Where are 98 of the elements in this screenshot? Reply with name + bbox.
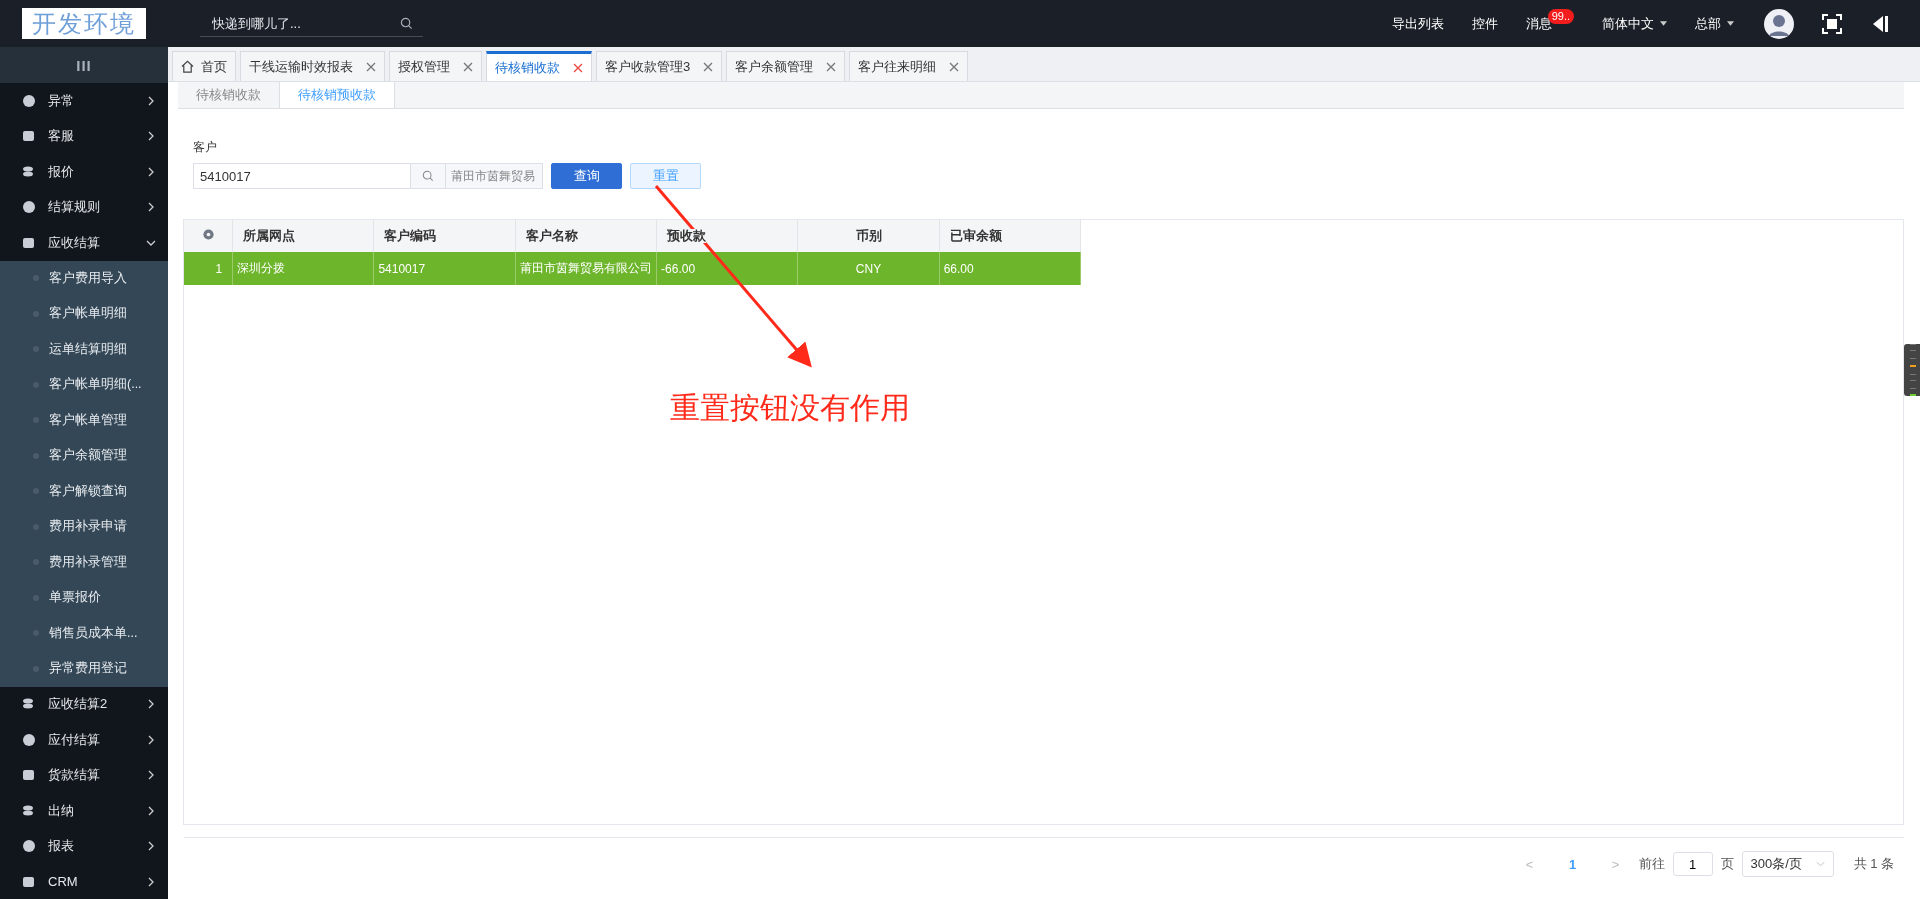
tab[interactable]: 客户余额管理 [726, 51, 846, 81]
submenu-item[interactable]: 销售员成本单... [0, 615, 168, 651]
sidebar-item[interactable]: 异常 [0, 83, 168, 119]
chevron-icon [148, 841, 154, 852]
header-link[interactable]: 控件 [1471, 14, 1498, 33]
page-size-select[interactable]: 300条/页 [1741, 851, 1834, 877]
column-header: 已审余额 [949, 228, 1002, 243]
sidebar-item[interactable]: 客服 [0, 118, 168, 154]
tab[interactable]: 干线运输时效报表 [240, 51, 385, 81]
menu-icon [22, 200, 36, 215]
column-header: 客户编码 [384, 228, 437, 243]
close-icon[interactable] [826, 61, 837, 72]
chevron-icon [146, 239, 156, 246]
fullscreen-icon[interactable] [1822, 13, 1842, 34]
column-header: 所属网点 [243, 228, 296, 243]
drag-handle[interactable] [1904, 344, 1920, 396]
submenu-item[interactable]: 客户解锁查询 [0, 473, 168, 509]
menu-icon [22, 839, 36, 854]
submenu-item[interactable]: 客户帐单管理 [0, 402, 168, 438]
menu-icon [22, 874, 36, 889]
chevron-icon [148, 166, 154, 177]
sidebar-item[interactable]: CRM [0, 864, 168, 899]
customer-field[interactable]: 5410017 莆田市茵舞贸易 [193, 163, 543, 189]
table-cell: 莆田市茵舞贸易有限公司 [519, 261, 652, 275]
page-unit: 页 [1720, 855, 1734, 873]
chevron-icon [148, 805, 154, 816]
logo: 开发环境 [22, 8, 146, 39]
sidebar-item[interactable]: 货款结算 [0, 757, 168, 793]
chevron-icon [148, 770, 154, 781]
search-icon[interactable] [422, 170, 434, 182]
goto-label: 前往 [1638, 855, 1665, 873]
close-icon[interactable] [703, 61, 714, 72]
close-icon[interactable] [949, 61, 960, 72]
header-link[interactable]: 导出列表 [1391, 14, 1444, 33]
query-button[interactable]: 查询 [551, 163, 622, 189]
menu-icon [22, 768, 36, 783]
column-header: 币别 [855, 228, 882, 243]
chevron-icon [148, 734, 154, 745]
search-icon [400, 16, 413, 30]
submenu-item[interactable]: 客户帐单明细 [0, 296, 168, 332]
page-input[interactable]: 1 [1672, 852, 1713, 876]
tab[interactable]: 客户往来明细 [849, 51, 969, 81]
table-cell: 深圳分拨 [237, 261, 286, 275]
table-cell: -66.00 [661, 261, 696, 276]
customer-name: 莆田市茵舞贸易 [445, 164, 542, 188]
chevron-icon [148, 95, 154, 106]
column-header: 预收款 [667, 228, 707, 243]
tab[interactable]: 待核销收款 [486, 51, 592, 81]
search-field[interactable]: 快递到哪儿了... [200, 14, 400, 32]
close-icon[interactable] [366, 61, 376, 72]
sidebar-item[interactable]: 结算规则 [0, 189, 168, 225]
header-link[interactable]: 简体中文 [1602, 14, 1654, 33]
table-cell: CNY [855, 261, 882, 276]
row-number: 1 [215, 261, 223, 276]
tab[interactable]: 首页 [172, 51, 236, 81]
close-icon[interactable] [463, 61, 473, 72]
tab[interactable]: 授权管理 [389, 51, 482, 81]
avatar-icon[interactable] [1764, 8, 1794, 39]
sidebar-item[interactable]: 出纳 [0, 793, 168, 829]
field-label: 客户 [193, 139, 218, 156]
search-box[interactable]: 快递到哪儿了... [200, 10, 423, 37]
table-cell: 5410017 [378, 261, 426, 276]
menu-icon [22, 164, 36, 179]
chevron-icon [1815, 861, 1825, 867]
submenu-item[interactable]: 客户费用导入 [0, 260, 168, 296]
table-cell: 66.00 [943, 261, 974, 276]
submenu-item[interactable]: 运单结算明细 [0, 331, 168, 367]
menu-icon [22, 129, 36, 144]
submenu-item[interactable]: 费用补录申请 [0, 509, 168, 545]
submenu-item[interactable]: 费用补录管理 [0, 544, 168, 580]
annotation-text: 重置按钮没有作用 [670, 390, 910, 426]
caret-icon [1727, 21, 1734, 26]
sidebar-item[interactable]: 报表 [0, 828, 168, 864]
submenu-item[interactable]: 异常费用登记 [0, 651, 168, 687]
sidebar-item[interactable]: 报价 [0, 154, 168, 190]
header-link[interactable]: 总部 [1695, 14, 1721, 33]
menu-icon [22, 93, 36, 108]
chevron-icon [148, 131, 154, 142]
caret-icon [1660, 21, 1667, 26]
submenu-item[interactable]: 单票报价 [0, 580, 168, 616]
tab[interactable]: 客户收款管理3 [596, 51, 723, 81]
sidebar-item[interactable]: 应收结算 [0, 225, 168, 261]
column-header: 客户名称 [525, 228, 578, 243]
submenu-item[interactable]: 客户余额管理 [0, 438, 168, 474]
close-icon[interactable] [573, 62, 583, 73]
total-count: 共 1 条 [1853, 855, 1894, 873]
chevron-icon [148, 699, 154, 710]
menu-icon [22, 803, 36, 818]
menu-icon [22, 235, 36, 250]
menu-toggle[interactable]: III [0, 47, 168, 83]
menu-icon [22, 732, 36, 747]
chevron-icon [148, 202, 154, 213]
home-icon [181, 60, 194, 73]
settings-icon[interactable] [201, 228, 215, 241]
submenu-item[interactable]: 客户帐单明细(... [0, 367, 168, 403]
sidebar-item[interactable]: 应收结算2 [0, 686, 168, 722]
chevron-icon [148, 876, 154, 887]
sidebar-item[interactable]: 应付结算 [0, 722, 168, 758]
